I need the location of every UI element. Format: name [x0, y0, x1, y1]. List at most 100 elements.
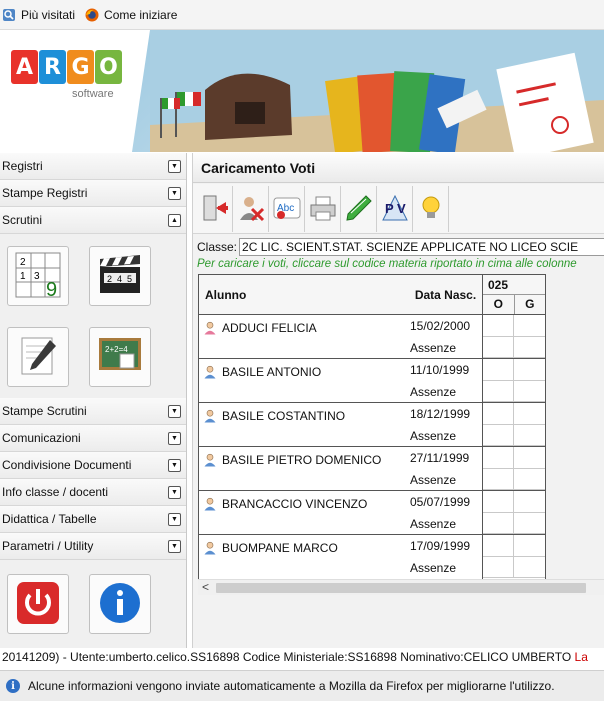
chevron-down-icon[interactable]: ▼: [168, 186, 181, 200]
student-cell[interactable]: BUOMPANE MARCO: [199, 535, 409, 579]
student-name: BASILE ANTONIO: [222, 365, 322, 379]
logout-button[interactable]: [7, 574, 69, 634]
column-header-data-nascita: Data Nasc.: [414, 287, 477, 302]
absence-cell-g[interactable]: [514, 337, 545, 358]
student-cell[interactable]: BASILE PIETRO DOMENICO: [199, 447, 409, 490]
table-row: BUOMPANE MARCO 17/09/1999 Assenze: [199, 535, 545, 579]
pencil-document-icon: [16, 334, 60, 381]
grade-cell-o[interactable]: [483, 359, 514, 381]
person-icon: [203, 453, 217, 467]
student-cell[interactable]: BASILE ANTONIO: [199, 359, 409, 402]
tile-voti[interactable]: 2 3 1 9: [7, 246, 69, 306]
chevron-down-icon[interactable]: ▼: [168, 485, 181, 499]
person-icon: [203, 497, 217, 511]
menu-stampe-registri[interactable]: Stampe Registri ▼: [0, 180, 186, 207]
absence-cell-o[interactable]: [483, 557, 514, 578]
chevron-down-icon[interactable]: ▼: [168, 159, 181, 173]
scroll-left-icon[interactable]: <: [202, 580, 209, 595]
horizontal-scrollbar[interactable]: <: [198, 579, 604, 595]
column-header-orale: O: [483, 295, 515, 314]
student-name: BASILE PIETRO DOMENICO: [222, 453, 382, 467]
birth-date: 11/10/1999: [410, 363, 470, 377]
grade-cell-o[interactable]: [483, 315, 514, 337]
menu-didattica-tabelle[interactable]: Didattica / Tabelle ▼: [0, 506, 186, 533]
print-button[interactable]: [305, 186, 341, 232]
grade-cell-o[interactable]: [483, 491, 514, 513]
menu-condivisione-documenti[interactable]: Condivisione Documenti ▼: [0, 452, 186, 479]
info-icon: i: [6, 679, 20, 693]
menu-info-classe-docenti[interactable]: Info classe / docenti ▼: [0, 479, 186, 506]
chevron-down-icon[interactable]: ▼: [168, 512, 181, 526]
absence-label: Assenze: [410, 561, 457, 575]
menu-list-bottom: Stampe Scrutini ▼ Comunicazioni ▼ Condiv…: [0, 398, 186, 560]
grade-cell-g[interactable]: [514, 447, 545, 469]
grade-cell-g[interactable]: [514, 359, 545, 381]
menu-registri[interactable]: Registri ▼: [0, 153, 186, 180]
exit-icon: [200, 193, 230, 226]
grade-cell-g[interactable]: [514, 403, 545, 425]
birth-cell: 11/10/1999 Assenze: [409, 359, 482, 402]
info-button[interactable]: [89, 574, 151, 634]
absence-cell-g[interactable]: [514, 557, 545, 578]
main-panel: Caricamento Voti Abc P V Classe: 2C LIC.…: [192, 153, 604, 648]
spellcheck-button[interactable]: Abc: [269, 186, 305, 232]
grade-cell-g[interactable]: [514, 535, 545, 557]
help-button[interactable]: [413, 186, 449, 232]
student-cell[interactable]: ADDUCI FELICIA: [199, 315, 409, 358]
absence-cell-g[interactable]: [514, 469, 545, 490]
grade-cell-g[interactable]: [514, 491, 545, 513]
absence-cell-o[interactable]: [483, 425, 514, 446]
grade-cell-o[interactable]: [483, 403, 514, 425]
tile-scrutinio[interactable]: 2 4 5: [89, 246, 151, 306]
grade-cell-o[interactable]: [483, 535, 514, 557]
scrollbar-thumb[interactable]: [216, 583, 586, 593]
menu-label: Parametri / Utility: [2, 539, 94, 553]
classe-field[interactable]: 2C LIC. SCIENT.STAT. SCIENZE APPLICATE N…: [239, 238, 604, 256]
status-bar: 20141209) - Utente:umberto.celico.SS1689…: [0, 648, 604, 666]
bookmark-come-iniziare[interactable]: Come iniziare: [85, 8, 177, 22]
chevron-up-icon[interactable]: ▲: [168, 213, 181, 227]
chevron-down-icon[interactable]: ▼: [168, 431, 181, 445]
tile-lavagna[interactable]: 2+2=4: [89, 327, 151, 387]
student-cell[interactable]: BASILE COSTANTINO: [199, 403, 409, 446]
absence-cell-g[interactable]: [514, 425, 545, 446]
tile-giudizi[interactable]: [7, 327, 69, 387]
absence-cell-o[interactable]: [483, 381, 514, 402]
bookmark-label: Come iniziare: [104, 7, 178, 22]
menu-stampe-scrutini[interactable]: Stampe Scrutini ▼: [0, 398, 186, 425]
argo-banner: A R G O software: [0, 30, 604, 152]
absence-cell-o[interactable]: [483, 469, 514, 490]
classe-label: Classe:: [197, 240, 238, 254]
birth-date: 27/11/1999: [410, 451, 470, 465]
student-cell[interactable]: BRANCACCIO VINCENZO: [199, 491, 409, 534]
bookmark-piu-visitati[interactable]: Più visitati: [2, 8, 75, 22]
menu-scrutini[interactable]: Scrutini ▲: [0, 207, 186, 234]
chevron-down-icon[interactable]: ▼: [168, 404, 181, 418]
grade-cell-o[interactable]: [483, 447, 514, 469]
grades-table: Alunno Data Nasc. 025 O G ADDUCI FELICIA…: [198, 274, 546, 580]
clap-digit: 4: [117, 274, 122, 284]
student-name: BRANCACCIO VINCENZO: [222, 497, 368, 511]
birth-date: 17/09/1999: [410, 539, 471, 553]
absence-cell-o[interactable]: [483, 337, 514, 358]
person-icon: [203, 409, 217, 423]
menu-comunicazioni[interactable]: Comunicazioni ▼: [0, 425, 186, 452]
grade-cells: [482, 315, 545, 358]
chevron-down-icon[interactable]: ▼: [168, 539, 181, 553]
menu-parametri-utility[interactable]: Parametri / Utility ▼: [0, 533, 186, 560]
column-header-grafico: G: [525, 297, 535, 311]
column-header-alunno: Alunno: [205, 287, 247, 302]
absence-cell-g[interactable]: [514, 381, 545, 402]
absent-student-button[interactable]: [233, 186, 269, 232]
edit-button[interactable]: [341, 186, 377, 232]
grade-cell-g[interactable]: [514, 315, 545, 337]
person-icon: [203, 365, 217, 379]
subject-code-link[interactable]: 025: [483, 275, 545, 295]
logo-letter: A: [11, 50, 38, 84]
absence-cell-g[interactable]: [514, 513, 545, 534]
chevron-down-icon[interactable]: ▼: [168, 458, 181, 472]
subject-column-group: 025 O G: [482, 275, 545, 314]
pv-button[interactable]: P V: [377, 186, 413, 232]
absence-cell-o[interactable]: [483, 513, 514, 534]
exit-button[interactable]: [197, 186, 233, 232]
